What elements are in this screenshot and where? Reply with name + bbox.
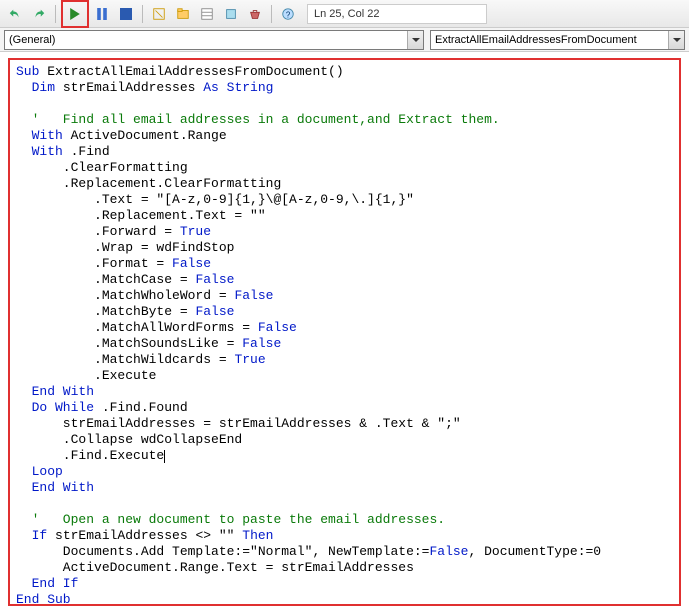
help-icon[interactable]: ?	[277, 3, 299, 25]
code-text: End With	[16, 480, 94, 495]
code-text: .MatchByte =	[16, 304, 195, 319]
code-text: False	[172, 256, 211, 271]
svg-text:?: ?	[286, 10, 291, 19]
code-text: .Format =	[16, 256, 172, 271]
run-icon[interactable]	[64, 3, 86, 25]
code-text: If	[16, 528, 47, 543]
design-icon[interactable]	[148, 3, 170, 25]
separator	[271, 5, 272, 23]
code-text: .Find.Found	[94, 400, 188, 415]
code-text: True	[180, 224, 211, 239]
code-text: False	[195, 304, 234, 319]
code-text: False	[234, 288, 273, 303]
code-text: .Collapse wdCollapseEnd	[16, 432, 242, 447]
scope-dropdown[interactable]: (General)	[4, 30, 424, 50]
code-text: .MatchWildcards =	[16, 352, 234, 367]
code-text: ExtractAllEmailAddressesFromDocument()	[39, 64, 343, 79]
toolbox-icon[interactable]	[244, 3, 266, 25]
code-text: .Find.Execute	[16, 448, 164, 463]
code-text: strEmailAddresses	[55, 80, 203, 95]
code-text: False	[242, 336, 281, 351]
project-icon[interactable]	[172, 3, 194, 25]
code-text: False	[258, 320, 297, 335]
code-text: .ClearFormatting	[16, 160, 188, 175]
code-text: strEmailAddresses <> ""	[47, 528, 242, 543]
code-text: False	[195, 272, 234, 287]
code-text: Do While	[16, 400, 94, 415]
code-comment: ' Open a new document to paste the email…	[16, 512, 445, 527]
code-text: .Replacement.Text = ""	[16, 208, 266, 223]
code-text: End If	[16, 576, 78, 591]
code-text: False	[429, 544, 468, 559]
code-text: End With	[16, 384, 94, 399]
dropdown-bar: (General) ExtractAllEmailAddressesFromDo…	[0, 28, 689, 52]
code-text: .Text = "[A-z,0-9]{1,}\@[A-z,0-9,\.]{1,}…	[16, 192, 414, 207]
code-editor-frame: Sub ExtractAllEmailAddressesFromDocument…	[8, 58, 681, 606]
code-text: , DocumentType:=0	[468, 544, 601, 559]
undo-icon[interactable]	[4, 3, 26, 25]
procedure-value: ExtractAllEmailAddressesFromDocument	[435, 34, 637, 46]
code-text: .Wrap = wdFindStop	[16, 240, 234, 255]
scope-value: (General)	[9, 34, 55, 46]
text-caret	[164, 450, 165, 463]
code-text: .MatchSoundsLike =	[16, 336, 242, 351]
code-text: Sub	[16, 64, 39, 79]
code-text: .Execute	[16, 368, 156, 383]
run-highlight-box	[61, 0, 89, 28]
code-text: True	[234, 352, 265, 367]
code-text: With	[16, 144, 63, 159]
properties-icon[interactable]	[196, 3, 218, 25]
code-text: Loop	[16, 464, 63, 479]
code-text: .MatchAllWordForms =	[16, 320, 258, 335]
stop-icon[interactable]	[115, 3, 137, 25]
chevron-down-icon[interactable]	[668, 31, 684, 49]
code-text: .Replacement.ClearFormatting	[16, 176, 281, 191]
code-text: Dim	[16, 80, 55, 95]
code-text: With	[16, 128, 63, 143]
pause-icon[interactable]	[91, 3, 113, 25]
code-text: As String	[203, 80, 273, 95]
object-icon[interactable]	[220, 3, 242, 25]
code-text: ActiveDocument.Range.Text = strEmailAddr…	[16, 560, 414, 575]
code-text: .Find	[63, 144, 110, 159]
chevron-down-icon[interactable]	[407, 31, 423, 49]
code-text: Then	[242, 528, 273, 543]
code-editor[interactable]: Sub ExtractAllEmailAddressesFromDocument…	[10, 60, 679, 606]
separator	[142, 5, 143, 23]
toolbar: ? Ln 25, Col 22	[0, 0, 689, 28]
code-comment: ' Find all email addresses in a document…	[16, 112, 500, 127]
separator	[55, 5, 56, 23]
code-text: ActiveDocument.Range	[63, 128, 227, 143]
code-text: .MatchCase =	[16, 272, 195, 287]
code-text: .MatchWholeWord =	[16, 288, 234, 303]
procedure-dropdown[interactable]: ExtractAllEmailAddressesFromDocument	[430, 30, 685, 50]
cursor-position: Ln 25, Col 22	[307, 4, 487, 24]
code-text: .Forward =	[16, 224, 180, 239]
code-text: strEmailAddresses = strEmailAddresses & …	[16, 416, 461, 431]
redo-icon[interactable]	[28, 3, 50, 25]
code-text: Documents.Add Template:="Normal", NewTem…	[16, 544, 429, 559]
code-text: End Sub	[16, 592, 71, 606]
